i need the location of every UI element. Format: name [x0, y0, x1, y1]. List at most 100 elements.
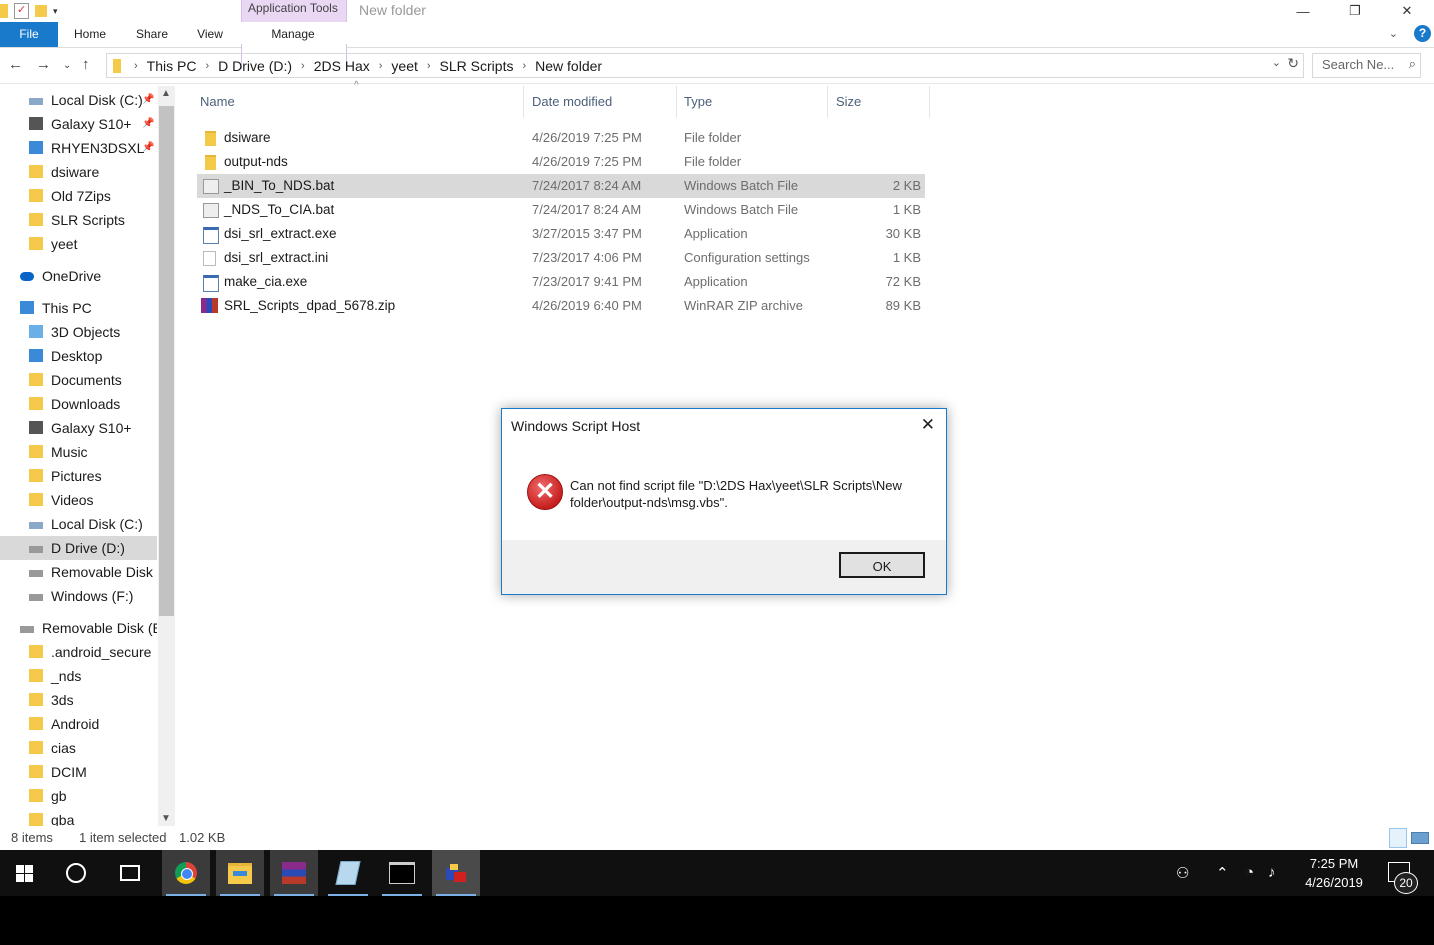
wifi-icon[interactable]: ◔ — [1245, 864, 1254, 881]
up-icon[interactable]: ↑ — [82, 56, 90, 73]
tab-share[interactable]: Share — [124, 22, 180, 47]
chevron-right-icon[interactable]: › — [379, 60, 383, 72]
chevron-right-icon[interactable]: › — [205, 60, 209, 72]
search-icon[interactable]: ⌕ — [1409, 56, 1416, 72]
chrome-taskbar-icon[interactable] — [162, 850, 210, 896]
crumb-this-pc[interactable]: This PC — [147, 58, 197, 74]
chevron-right-icon[interactable]: › — [134, 60, 138, 72]
nav-item[interactable]: Documents — [0, 368, 157, 392]
crumb-d-drive[interactable]: D Drive (D:) — [218, 58, 292, 74]
nav-item[interactable]: Local Disk (C:) 📌 — [0, 88, 157, 112]
show-hidden-icons-icon[interactable]: ⌃ — [1216, 864, 1229, 882]
column-divider[interactable] — [929, 86, 930, 118]
nav-item[interactable]: Galaxy S10+ — [0, 416, 157, 440]
nav-item[interactable]: Windows (F:) — [0, 584, 157, 608]
column-divider[interactable] — [676, 86, 677, 118]
details-view-icon[interactable] — [1389, 828, 1407, 848]
winrar-taskbar-icon[interactable] — [270, 850, 318, 896]
crumb-slr-scripts[interactable]: SLR Scripts — [440, 58, 514, 74]
scroll-thumb[interactable] — [159, 106, 174, 616]
tab-view[interactable]: View — [184, 22, 236, 47]
nav-item[interactable]: Videos — [0, 488, 157, 512]
tab-file[interactable]: File — [0, 22, 58, 47]
nav-item[interactable]: cias — [0, 736, 157, 760]
chevron-right-icon[interactable]: › — [427, 60, 431, 72]
expand-ribbon-icon[interactable]: ⌄ — [1389, 27, 1398, 40]
nav-item[interactable]: _nds — [0, 664, 157, 688]
recent-locations-icon[interactable]: ⌄ — [63, 60, 71, 71]
nav-item[interactable]: Downloads — [0, 392, 157, 416]
table-row[interactable]: dsi_srl_extract.ini 7/23/2017 4:06 PM Conf… — [197, 246, 925, 270]
new-folder-icon[interactable] — [35, 5, 47, 17]
start-windows-icon[interactable] — [0, 850, 48, 896]
tab-manage[interactable]: Manage — [242, 22, 344, 47]
chevron-right-icon[interactable]: › — [522, 60, 526, 72]
tab-home[interactable]: Home — [62, 22, 118, 47]
column-name[interactable]: Name — [200, 86, 235, 118]
nav-item[interactable]: Removable Disk ( — [0, 560, 157, 584]
refresh-icon[interactable]: ↻ — [1287, 55, 1299, 72]
nav-item[interactable]: .android_secure — [0, 640, 157, 664]
taskbar-clock[interactable]: 7:25 PM 4/26/2019 — [1292, 854, 1376, 892]
column-type[interactable]: Type — [684, 86, 712, 118]
table-row[interactable]: dsi_srl_extract.exe 3/27/2015 3:47 PM Appl… — [197, 222, 925, 246]
table-row[interactable]: output-nds 4/26/2019 7:25 PM File folder — [197, 150, 925, 174]
chevron-right-icon[interactable]: › — [301, 60, 305, 72]
nav-item[interactable]: Music — [0, 440, 157, 464]
nav-item[interactable]: Local Disk (C:) — [0, 512, 157, 536]
column-date-modified[interactable]: Date modified — [532, 86, 612, 118]
address-bar[interactable]: › This PC › D Drive (D:) › 2DS Hax › yee… — [106, 53, 1304, 78]
nav-item[interactable]: OneDrive — [0, 264, 157, 288]
people-icon[interactable]: ⚇ — [1176, 864, 1189, 882]
cortana-search-icon[interactable] — [52, 850, 100, 896]
volume-icon[interactable]: ♪ — [1268, 864, 1276, 881]
large-icons-view-icon[interactable] — [1411, 832, 1429, 844]
nav-scrollbar[interactable]: ▲ ▼ — [158, 86, 175, 826]
scroll-up-icon[interactable]: ▲ — [161, 88, 171, 99]
column-divider[interactable] — [827, 86, 828, 118]
back-icon[interactable]: ← — [8, 56, 23, 73]
nav-item[interactable]: Android — [0, 712, 157, 736]
table-row[interactable]: _NDS_To_CIA.bat 7/24/2017 8:24 AM Windows … — [197, 198, 925, 222]
crumb-yeet[interactable]: yeet — [391, 58, 417, 74]
script-host-taskbar-icon[interactable] — [432, 850, 480, 896]
nav-item[interactable]: dsiware — [0, 160, 157, 184]
nav-item[interactable]: 3D Objects — [0, 320, 157, 344]
column-size[interactable]: Size — [836, 86, 861, 118]
search-input[interactable]: Search Ne... — [1322, 57, 1394, 72]
table-row[interactable]: make_cia.exe 7/23/2017 9:41 PM Application… — [197, 270, 925, 294]
column-divider[interactable] — [523, 86, 524, 118]
table-row[interactable]: SRL_Scripts_dpad_5678.zip 4/26/2019 6:40 … — [197, 294, 925, 318]
customize-qat-icon[interactable]: ▾ — [53, 6, 58, 17]
nav-item[interactable]: SLR Scripts — [0, 208, 157, 232]
crumb-new-folder[interactable]: New folder — [535, 58, 602, 74]
nav-item[interactable]: gba — [0, 808, 157, 826]
table-row[interactable]: dsiware 4/26/2019 7:25 PM File folder — [197, 126, 925, 150]
address-dropdown-icon[interactable]: ⌄ — [1272, 56, 1281, 69]
crumb-2ds-hax[interactable]: 2DS Hax — [314, 58, 370, 74]
notepad-taskbar-icon[interactable] — [324, 850, 372, 896]
nav-item[interactable]: gb — [0, 784, 157, 808]
nav-item[interactable]: Galaxy S10+ 📌 — [0, 112, 157, 136]
task-view-icon[interactable] — [106, 850, 154, 896]
nav-item[interactable]: yeet — [0, 232, 157, 256]
nav-item[interactable]: RHYEN3DSXL 📌 — [0, 136, 157, 160]
nav-item[interactable]: 3ds — [0, 688, 157, 712]
search-box[interactable]: Search Ne... ⌕ — [1312, 53, 1421, 78]
nav-item[interactable]: Pictures — [0, 464, 157, 488]
nav-item[interactable]: DCIM — [0, 760, 157, 784]
minimize-button[interactable]: — — [1280, 0, 1326, 22]
restore-button[interactable]: ❐ — [1332, 0, 1378, 22]
nav-item[interactable]: Desktop — [0, 344, 157, 368]
nav-item[interactable]: This PC — [0, 296, 157, 320]
close-button[interactable]: ✕ — [1384, 0, 1430, 22]
command-prompt-taskbar-icon[interactable] — [378, 850, 426, 896]
nav-item[interactable]: Old 7Zips — [0, 184, 157, 208]
properties-icon[interactable]: ✓ — [14, 3, 29, 19]
nav-item[interactable]: Removable Disk (E: — [0, 616, 157, 640]
file-explorer-taskbar-icon[interactable] — [216, 850, 264, 896]
nav-item[interactable]: D Drive (D:) — [0, 536, 157, 560]
ok-button[interactable]: OK — [839, 552, 925, 578]
scroll-down-icon[interactable]: ▼ — [161, 813, 171, 824]
help-icon[interactable]: ? — [1414, 25, 1431, 42]
